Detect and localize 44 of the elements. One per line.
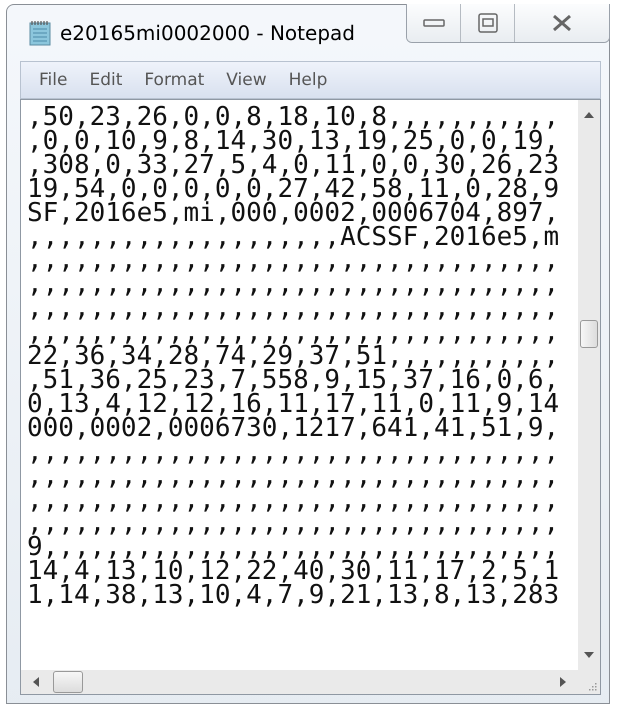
menu-item[interactable]: View <box>218 70 275 90</box>
vertical-scrollbar[interactable] <box>578 100 600 670</box>
maximize-icon <box>476 12 498 34</box>
horizontal-scrollbar[interactable] <box>21 670 578 694</box>
text-line: ,,,,,,,,,,,,,,,,,,,,,,,,,,,,,,,,,, <box>27 273 560 298</box>
text-editor[interactable] <box>21 100 578 670</box>
text-line: ,,,,,,,,,,,,,,,,,,,,,,,,,,,,,,,,,, <box>27 440 560 465</box>
text-line: 14,4,13,10,12,22,40,30,11,17,2,5,1 <box>27 560 560 584</box>
text-line: 0,13,4,12,12,16,11,17,11,0,11,9,14 <box>27 392 560 417</box>
text-line: ,50,23,26,0,0,8,18,10,8,,,,,,,,,,, <box>27 106 560 130</box>
menu-item[interactable]: Edit <box>81 70 130 90</box>
menu-item[interactable]: Help <box>280 70 336 90</box>
minimize-icon <box>422 18 444 28</box>
text-line: SF,2016e5,mi,000,0002,0006704,897, <box>27 202 560 226</box>
scroll-up-icon <box>584 112 594 118</box>
close-icon <box>551 14 573 32</box>
text-line: 22,36,34,28,74,29,37,51,,,,,,,,,,, <box>27 345 560 369</box>
scroll-left-icon <box>33 677 39 687</box>
text-line: ,,,,,,,,,,,,,,,,,,,,,,,,,,,,,,,,,, <box>27 321 560 346</box>
scroll-thumb[interactable] <box>580 320 598 348</box>
scroll-thumb[interactable] <box>53 671 83 693</box>
text-line: 1,14,38,13,10,4,7,9,21,13,8,13,283 <box>27 584 560 608</box>
notepad-icon <box>28 19 52 47</box>
scroll-down-icon <box>584 652 594 658</box>
text-line: 19,54,0,0,0,0,0,27,42,58,11,0,28,9 <box>27 178 560 202</box>
text-line: ,,,,,,,,,,,,,,,,,,,,,,,,,,,,,,,,,, <box>27 249 560 274</box>
text-line: ,,,,,,,,,,,,,,,,,,,,,,,,,,,,,,,,,, <box>27 488 560 512</box>
text-line: ,0,0,10,9,8,14,30,13,19,25,0,0,19, <box>27 130 560 154</box>
text-line: ,,,,,,,,,,,,,,,,,,,,,,,,,,,,,,,,,, <box>27 512 560 536</box>
text-line: ,,,,,,,,,,,,,,,,,,,,,,,,,,,,,,,,,, <box>27 464 560 488</box>
text-line: ,,,,,,,,,,,,,,,,,,,,ACSSF,2016e5,m <box>27 226 560 250</box>
window-title: e20165mi0002000 - Notepad <box>60 21 355 45</box>
menu-item[interactable]: Format <box>136 70 212 90</box>
text-line: ,51,36,25,23,7,558,9,15,37,16,0,6, <box>27 368 560 393</box>
text-line: ,308,0,33,27,5,4,0,11,0,0,30,26,23 <box>27 154 560 178</box>
text-line: 9,,,,,,,,,,,,,,,,,,,,,,,,,,,,,,,,, <box>27 536 560 560</box>
minimize-button[interactable] <box>407 4 461 42</box>
scroll-right-icon <box>560 677 566 687</box>
resize-grip-icon <box>589 683 597 691</box>
close-button[interactable] <box>515 4 609 42</box>
menu-item[interactable]: File <box>31 70 76 90</box>
text-line: 000,0002,0006730,1217,641,41,51,9, <box>27 416 560 441</box>
text-line: ,,,,,,,,,,,,,,,,,,,,,,,,,,,,,,,,,, <box>27 297 560 322</box>
maximize-button[interactable] <box>461 4 515 42</box>
